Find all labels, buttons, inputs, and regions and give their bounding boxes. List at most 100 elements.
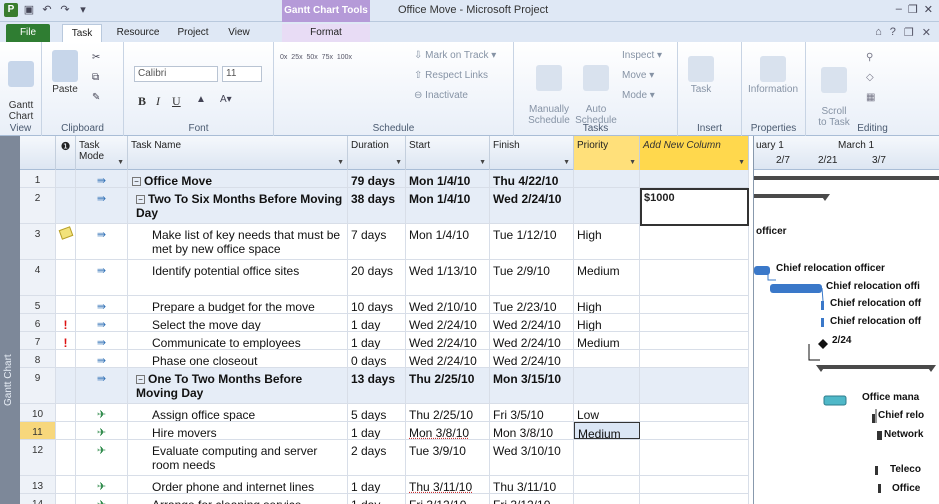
task-bar-order-phone[interactable] — [875, 466, 878, 475]
indicator-cell[interactable] — [56, 296, 76, 313]
task-row[interactable]: 9 ⇛ − One To Two Months Before Moving Day 13… — [20, 368, 749, 404]
priority-cell[interactable] — [574, 188, 640, 223]
task-row[interactable]: 7! ⇛ Communicate to employees 1 day Wed 2/24… — [20, 332, 749, 350]
help-icon[interactable]: ? — [890, 26, 896, 39]
duration-cell[interactable]: 20 days — [348, 260, 406, 295]
finish-cell[interactable]: Wed 3/10/10 — [490, 440, 574, 475]
priority-cell[interactable] — [574, 494, 640, 504]
indicator-cell[interactable]: ! — [56, 314, 76, 331]
priority-cell[interactable]: Low — [574, 404, 640, 421]
task-mode-cell[interactable]: ⇛ — [76, 350, 128, 367]
start-cell[interactable]: Tue 3/9/10 — [406, 440, 490, 475]
task-bar-cleaning[interactable] — [878, 484, 881, 493]
indicator-cell[interactable] — [56, 368, 76, 403]
finish-cell[interactable]: Wed 2/24/10 — [490, 332, 574, 349]
person-alert-icon[interactable]: ! — [64, 318, 68, 331]
row-id[interactable]: 11 — [20, 422, 56, 439]
priority-cell[interactable]: Medium — [574, 260, 640, 295]
new-column-cell[interactable] — [640, 224, 749, 259]
task-bar-evaluate-computing[interactable] — [877, 431, 882, 440]
duration-cell[interactable]: 1 day — [348, 314, 406, 331]
duration-cell[interactable]: 7 days — [348, 224, 406, 259]
task-row[interactable]: 4 ⇛ Identify potential office sites 20 days… — [20, 260, 749, 296]
finish-cell[interactable]: Wed 2/24/10 — [490, 350, 574, 367]
task-mode-cell[interactable]: ✈ — [76, 476, 128, 493]
summary-bar-office-move[interactable] — [754, 176, 939, 180]
font-size-select[interactable]: 11 — [222, 66, 262, 82]
duration-cell[interactable]: 5 days — [348, 404, 406, 421]
task-row[interactable]: 10 ✈ Assign office space 5 days Thu 2/25/10 F… — [20, 404, 749, 422]
task-name-cell[interactable]: Assign office space — [128, 404, 348, 421]
finish-header[interactable]: Finish ▼ — [490, 136, 574, 170]
task-name-header[interactable]: Task Name ▼ — [128, 136, 348, 170]
tab-view[interactable]: View — [222, 24, 256, 42]
task-mode-cell[interactable]: ⇛ — [76, 170, 128, 187]
task-mode-cell[interactable]: ⇛ — [76, 224, 128, 259]
select-all-header[interactable] — [20, 136, 56, 170]
task-mode-cell[interactable]: ✈ — [76, 422, 128, 439]
project-app-icon[interactable]: P — [4, 3, 18, 17]
task-mode-cell[interactable]: ✈ — [76, 440, 128, 475]
task-row[interactable]: 14✈Arrange for cleaning service1 dayFri … — [20, 494, 749, 504]
duration-cell[interactable]: 1 day — [348, 476, 406, 493]
priority-cell[interactable] — [574, 368, 640, 403]
priority-header[interactable]: Priority ▼ — [574, 136, 640, 170]
minimize-icon[interactable]: – — [896, 3, 902, 16]
row-id[interactable]: 6 — [20, 314, 56, 331]
duration-header[interactable]: Duration ▼ — [348, 136, 406, 170]
task-bar-hire-movers[interactable] — [872, 414, 875, 423]
task-name-cell[interactable]: Communicate to employees — [128, 332, 348, 349]
start-cell[interactable]: Thu 2/25/10 — [406, 368, 490, 403]
tab-resource[interactable]: Resource — [112, 24, 164, 42]
task-name-cell[interactable]: − Two To Six Months Before Moving Day — [128, 188, 348, 223]
tab-format[interactable]: Format — [282, 24, 370, 42]
task-name-cell[interactable]: Make list of key needs that must be met … — [128, 224, 348, 259]
new-column-cell[interactable] — [640, 170, 749, 187]
task-mode-cell[interactable]: ⇛ — [76, 188, 128, 223]
row-id[interactable]: 8 — [20, 350, 56, 367]
priority-cell[interactable] — [574, 350, 640, 367]
font-color-icon[interactable]: A▾ — [220, 94, 232, 105]
indicator-cell[interactable]: ! — [56, 332, 76, 349]
indicator-cell[interactable] — [56, 440, 76, 475]
finish-cell[interactable]: Thu 4/22/10 — [490, 170, 574, 187]
underline-button[interactable]: U — [172, 94, 181, 109]
task-mode-cell[interactable]: ✈ — [76, 404, 128, 421]
mode-button[interactable]: Mode ▾ — [622, 90, 655, 101]
bold-button[interactable]: B — [138, 94, 146, 109]
start-cell[interactable]: Mon 1/4/10 — [406, 170, 490, 187]
priority-cell[interactable]: High — [574, 314, 640, 331]
task-row[interactable]: 5 ⇛ Prepare a budget for the move 10 days We… — [20, 296, 749, 314]
save-icon[interactable]: ▣ — [22, 3, 36, 17]
task-bar-budget[interactable] — [770, 284, 822, 293]
finish-cell[interactable]: Tue 1/12/10 — [490, 224, 574, 259]
auto-schedule-button[interactable]: Auto Schedule — [572, 54, 620, 126]
indicator-cell[interactable] — [56, 170, 76, 187]
finish-cell[interactable]: Tue 2/23/10 — [490, 296, 574, 313]
add-new-column-header[interactable]: Add New Column ▼ — [640, 136, 749, 170]
new-column-cell[interactable] — [640, 314, 749, 331]
row-id[interactable]: 5 — [20, 296, 56, 313]
row-id[interactable]: 9 — [20, 368, 56, 403]
start-cell[interactable]: Wed 1/13/10 — [406, 260, 490, 295]
scroll-to-task-button[interactable]: Scroll to Task — [812, 56, 856, 128]
minimize-ribbon-icon[interactable]: ⌂ — [875, 26, 882, 39]
restore-window-icon[interactable]: ❐ — [904, 26, 914, 39]
row-id[interactable]: 12 — [20, 440, 56, 475]
close-doc-icon[interactable]: ✕ — [922, 26, 931, 39]
highlight-icon[interactable]: ▲ — [196, 94, 206, 105]
task-name-cell[interactable]: Prepare a budget for the move — [128, 296, 348, 313]
duration-cell[interactable]: 2 days — [348, 440, 406, 475]
cut-icon[interactable]: ✂ — [92, 52, 100, 63]
start-cell[interactable]: Thu 3/11/10 — [406, 476, 490, 493]
start-cell[interactable]: Thu 2/25/10 — [406, 404, 490, 421]
new-column-cell[interactable] — [640, 440, 749, 475]
task-mode-cell[interactable]: ✈ — [76, 494, 128, 504]
duration-cell[interactable]: 1 day — [348, 494, 406, 504]
indicator-cell[interactable] — [56, 494, 76, 504]
task-name-cell[interactable]: Phase one closeout — [128, 350, 348, 367]
start-header[interactable]: Start ▼ — [406, 136, 490, 170]
duration-cell[interactable]: 38 days — [348, 188, 406, 223]
fill-icon[interactable]: ▦ — [866, 92, 875, 103]
start-cell[interactable]: Mon 1/4/10 — [406, 188, 490, 223]
